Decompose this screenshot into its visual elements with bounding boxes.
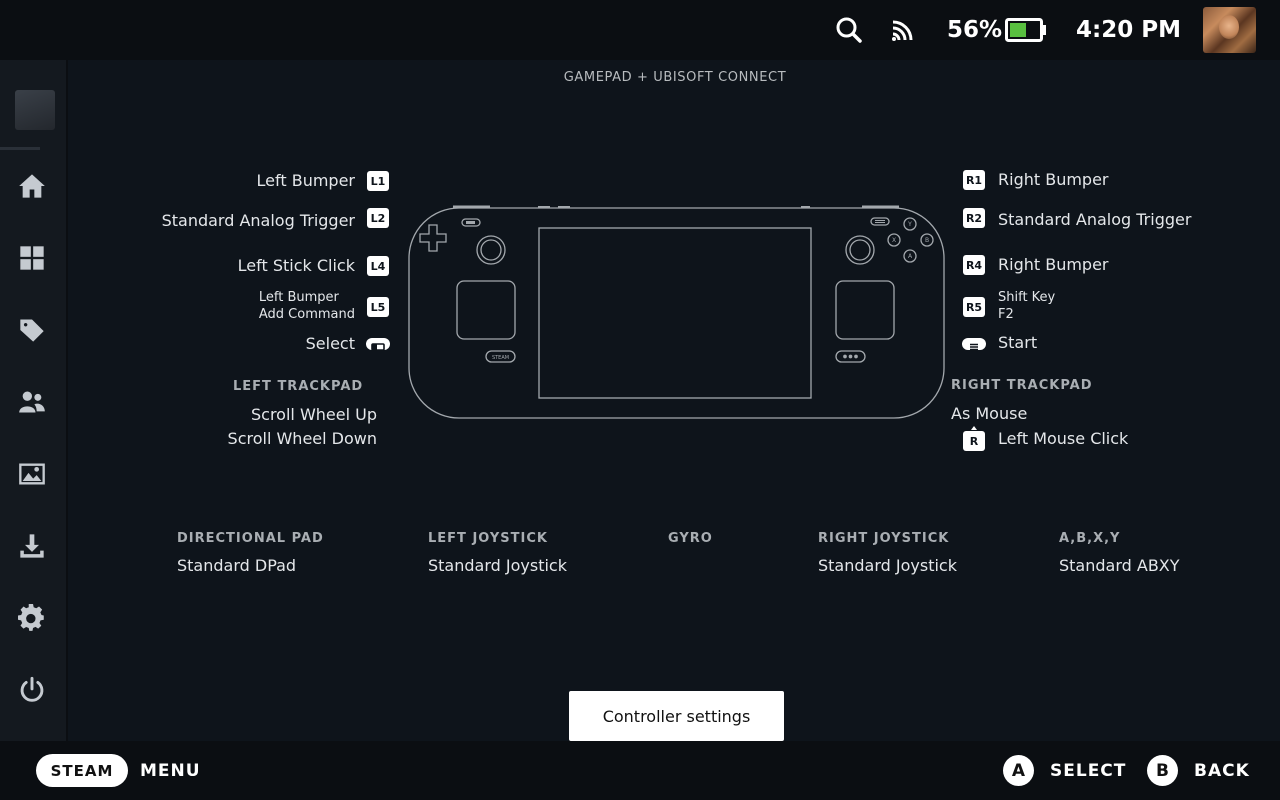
l5-label-line1: Left Bumper [258,290,339,305]
controller-settings-button[interactable]: Controller settings [569,691,784,741]
l5-label-line2: Add Command [258,307,355,322]
power-icon[interactable] [16,674,48,706]
page-title: GAMEPAD + UBISOFT CONNECT [563,70,787,85]
r2-badge: R2 [963,208,985,228]
search-icon[interactable] [835,0,863,60]
right-trackpad-click-badge: R [963,431,985,451]
start-label[interactable]: Start [998,333,1037,352]
select-label[interactable]: Select [306,334,355,353]
svg-text:Y: Y [907,221,912,228]
download-icon[interactable] [16,530,48,562]
l1-label[interactable]: Left Bumper [257,171,355,190]
right-joystick-heading: RIGHT JOYSTICK [818,531,950,546]
r1-badge: R1 [963,170,985,190]
avatar[interactable] [1203,7,1256,53]
r5-badge: R5 [963,297,985,317]
menu-label[interactable]: MENU [140,741,201,800]
l2-badge: L2 [367,208,389,228]
right-trackpad-line1[interactable]: As Mouse [951,404,1027,423]
tag-icon[interactable] [16,314,48,346]
steam-button[interactable]: STEAM [36,754,128,787]
gear-icon[interactable] [16,602,48,634]
back-action-label[interactable]: BACK [1194,741,1250,800]
l5-label[interactable]: Left Bumper Add Command [259,289,355,323]
footer-bar: STEAM MENU A SELECT B BACK [0,741,1280,800]
r4-badge: R4 [963,255,985,275]
friends-icon[interactable] [16,386,48,418]
dpad-heading: DIRECTIONAL PAD [177,531,324,546]
left-joystick-heading: LEFT JOYSTICK [428,531,548,546]
dpad-value[interactable]: Standard DPad [177,556,296,575]
start-button-icon [962,338,986,351]
r2-label[interactable]: Standard Analog Trigger [998,210,1191,229]
battery-percent: 56% [947,17,1003,43]
svg-text:STEAM: STEAM [492,355,509,361]
game-thumbnail[interactable] [15,90,55,130]
left-trackpad-line2[interactable]: Scroll Wheel Down [228,429,377,448]
r5-label[interactable]: Shift Key F2 [998,289,1055,323]
l4-label[interactable]: Left Stick Click [238,256,355,275]
r4-label[interactable]: Right Bumper [998,255,1109,274]
status-bar: 56% 4:20 PM [0,0,1280,60]
controller-layout-panel: GAMEPAD + UBISOFT CONNECT Left Bumper L1… [70,60,1280,741]
sidebar-divider [0,147,40,150]
clock: 4:20 PM [1076,17,1181,43]
right-trackpad-heading: RIGHT TRACKPAD [951,378,1093,393]
select-button-icon [366,338,390,351]
svg-text:X: X [892,237,896,244]
grid-icon[interactable] [16,242,48,274]
l2-label[interactable]: Standard Analog Trigger [162,211,355,230]
home-icon[interactable] [16,170,48,202]
gyro-heading: GYRO [668,531,713,546]
l5-badge: L5 [367,297,389,317]
wifi-icon [889,0,917,60]
left-joystick-value[interactable]: Standard Joystick [428,556,567,575]
image-icon[interactable] [16,458,48,490]
r5-label-line2: F2 [998,307,1014,322]
sidebar [0,60,68,741]
a-button-glyph: A [1003,755,1034,786]
left-trackpad-heading: LEFT TRACKPAD [233,379,364,394]
abxy-value[interactable]: Standard ABXY [1059,556,1180,575]
left-trackpad-line1[interactable]: Scroll Wheel Up [251,405,377,424]
r5-label-line1: Shift Key [998,290,1056,305]
l1-badge: L1 [367,171,389,191]
select-action-label[interactable]: SELECT [1050,741,1126,800]
svg-text:B: B [925,237,929,244]
b-button-glyph: B [1147,755,1178,786]
svg-text:A: A [908,253,913,260]
right-joystick-value[interactable]: Standard Joystick [818,556,957,575]
battery-icon [1005,0,1047,60]
r1-label[interactable]: Right Bumper [998,170,1109,189]
abxy-heading: A,B,X,Y [1059,531,1121,546]
right-trackpad-click-label[interactable]: Left Mouse Click [998,429,1128,448]
steam-deck-diagram: STEAM Y B X A [408,205,945,419]
l4-badge: L4 [367,256,389,276]
click-arrow-icon [971,426,977,430]
